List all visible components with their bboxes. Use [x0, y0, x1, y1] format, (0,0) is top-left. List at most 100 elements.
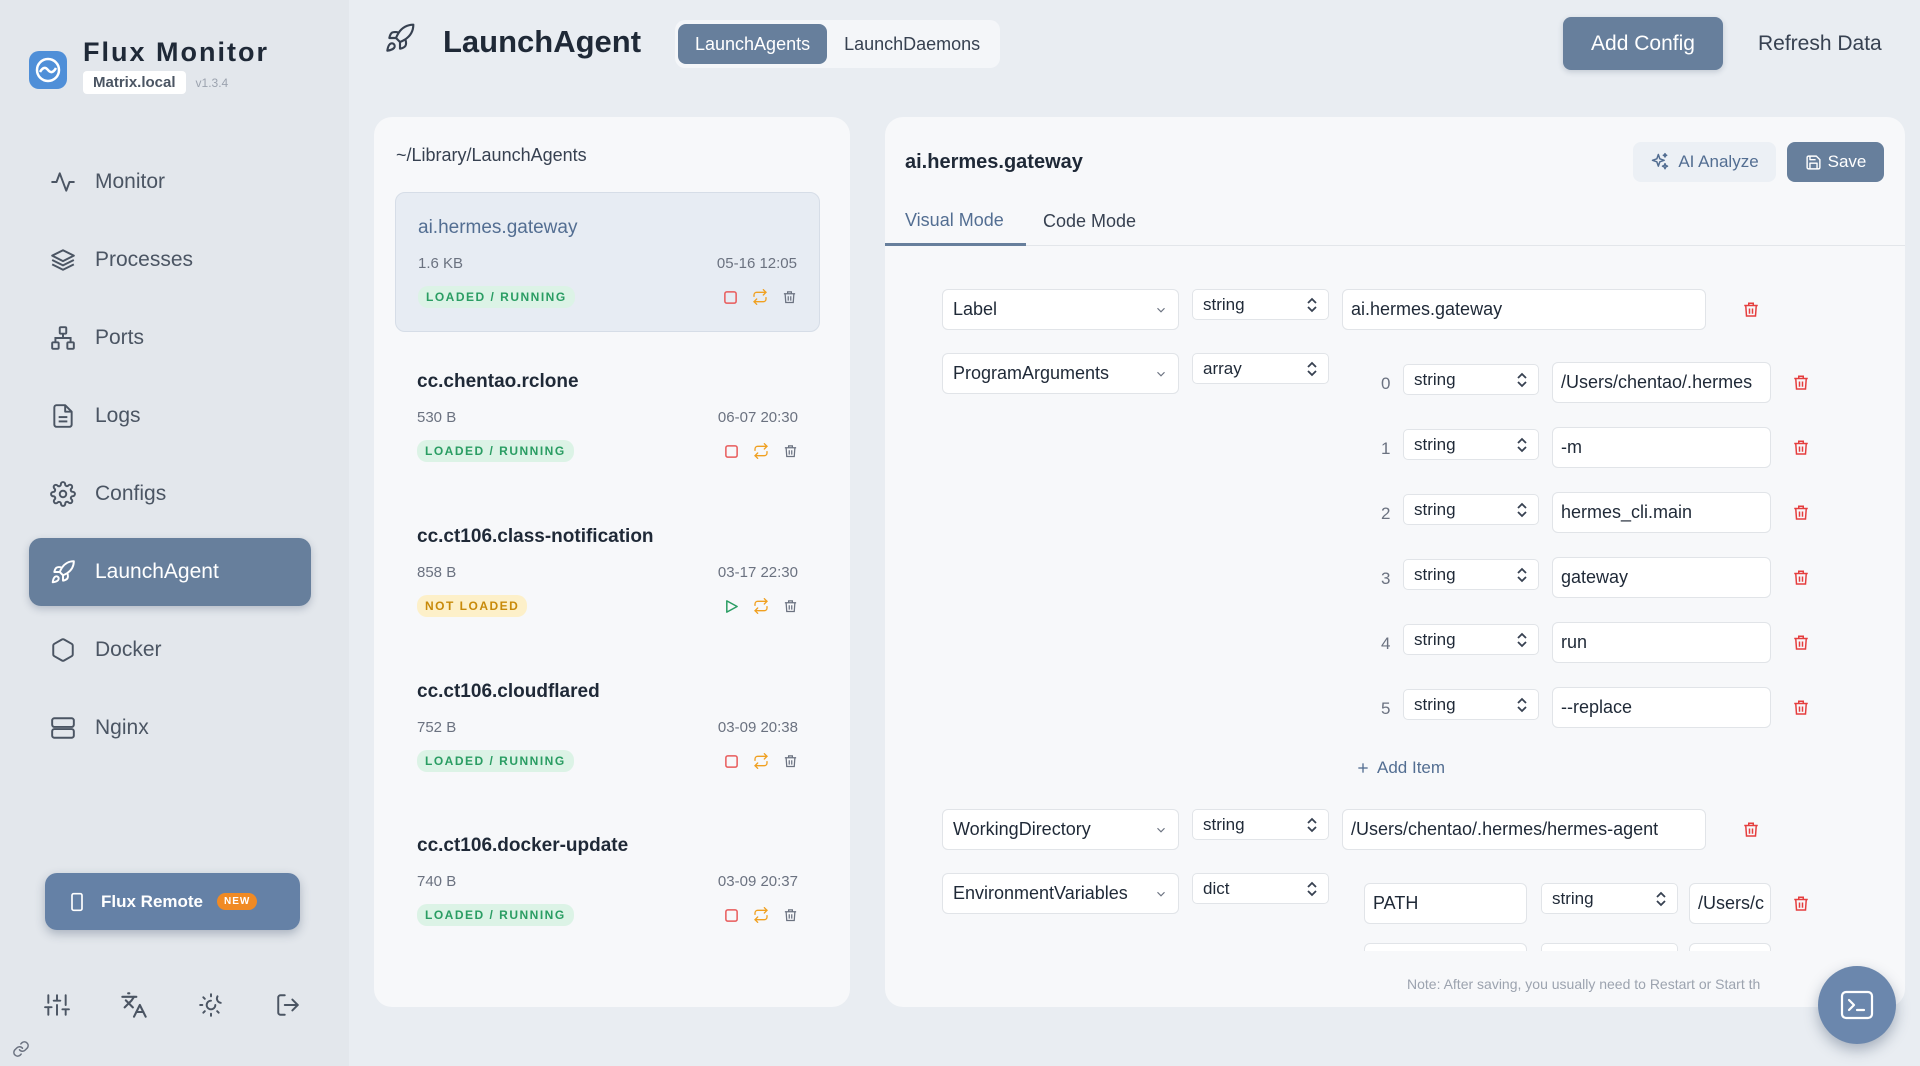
type-select[interactable]: array	[1192, 353, 1329, 384]
type-select[interactable]: string	[1403, 494, 1539, 525]
trash-icon[interactable]	[783, 754, 798, 769]
trash-icon[interactable]	[783, 444, 798, 459]
status-badge: LOADED / RUNNING	[417, 904, 574, 926]
file-card-cc-ct106-cloudflared[interactable]: cc.ct106.cloudflared 752 B 03-09 20:38 LO…	[395, 657, 820, 797]
ai-analyze-button[interactable]: AI Analyze	[1633, 142, 1776, 182]
gear-icon	[49, 480, 77, 508]
sidebar-item-ports[interactable]: Ports	[29, 304, 311, 372]
tab-visual-mode[interactable]: Visual Mode	[885, 197, 1026, 246]
trash-icon[interactable]	[1792, 568, 1810, 588]
sidebar-item-docker[interactable]: Docker	[29, 616, 311, 684]
type-select[interactable]: string	[1403, 559, 1539, 590]
sidebar-item-logs[interactable]: Logs	[29, 382, 311, 450]
array-item-input[interactable]: /Users/chentao/.hermes	[1552, 362, 1771, 403]
sidebar-item-configs[interactable]: Configs	[29, 460, 311, 528]
page-title: LaunchAgent	[443, 24, 642, 59]
flux-remote-button[interactable]: Flux Remote NEW	[45, 873, 300, 930]
refresh-data-button[interactable]: Refresh Data	[1758, 32, 1882, 56]
file-card-cc-chentao-rclone[interactable]: cc.chentao.rclone 530 B 06-07 20:30 LOADE…	[395, 347, 820, 487]
plus-icon	[1355, 760, 1377, 776]
type-select[interactable]: string	[1541, 883, 1678, 914]
key-select[interactable]: EnvironmentVariables	[942, 873, 1179, 914]
tab-launchagents[interactable]: LaunchAgents	[678, 24, 828, 64]
array-item-input[interactable]: run	[1552, 622, 1771, 663]
trash-icon[interactable]	[1792, 438, 1810, 458]
updown-icon	[1516, 567, 1528, 583]
language-icon[interactable]	[117, 988, 151, 1022]
logout-icon[interactable]	[271, 988, 305, 1022]
restart-icon[interactable]	[753, 443, 769, 459]
key-select-value: WorkingDirectory	[953, 819, 1091, 839]
type-select[interactable]: string	[1403, 624, 1539, 655]
link-icon[interactable]	[12, 1040, 30, 1058]
updown-icon	[1516, 697, 1528, 713]
dict-key-input[interactable]: PATH	[1364, 883, 1527, 924]
add-item-button[interactable]: Add Item	[1355, 758, 1445, 778]
type-select[interactable]: string	[1541, 943, 1678, 951]
value-input[interactable]: ai.hermes.gateway	[1342, 289, 1706, 330]
key-select[interactable]: ProgramArguments	[942, 353, 1179, 394]
trash-icon[interactable]	[1742, 820, 1760, 840]
sidebar-item-processes[interactable]: Processes	[29, 226, 311, 294]
sliders-icon[interactable]	[40, 988, 74, 1022]
stop-icon[interactable]	[724, 754, 739, 769]
type-select[interactable]: string	[1403, 364, 1539, 395]
stop-icon[interactable]	[724, 908, 739, 923]
trash-icon[interactable]	[782, 290, 797, 305]
trash-icon[interactable]	[783, 599, 798, 614]
updown-icon	[1306, 297, 1318, 313]
array-index: 2	[1381, 504, 1391, 523]
value-input[interactable]: /Users/chentao/.hermes/hermes-agent	[1342, 809, 1706, 850]
trash-icon[interactable]	[1792, 894, 1810, 914]
sidebar-item-monitor[interactable]: Monitor	[29, 148, 311, 216]
dict-value-input[interactable]: /Users/c	[1689, 883, 1771, 924]
add-config-button[interactable]: Add Config	[1563, 17, 1723, 70]
file-card-cc-ct106-docker-update[interactable]: cc.ct106.docker-update 740 B 03-09 20:37 …	[395, 811, 820, 951]
array-index: 1	[1381, 439, 1391, 458]
array-item-input[interactable]: hermes_cli.main	[1552, 492, 1771, 533]
trash-icon[interactable]	[1792, 503, 1810, 523]
status-badge: NOT LOADED	[417, 595, 528, 617]
chevron-down-icon	[1154, 823, 1168, 837]
agent-type-tabs: LaunchAgents LaunchDaemons	[675, 20, 1001, 68]
stop-icon[interactable]	[724, 444, 739, 459]
key-select[interactable]: WorkingDirectory	[942, 809, 1179, 850]
trash-icon[interactable]	[1792, 698, 1810, 718]
type-select[interactable]: string	[1403, 689, 1539, 720]
dict-key-input[interactable]	[1364, 943, 1527, 951]
trash-icon[interactable]	[1792, 633, 1810, 653]
file-size: 740 B	[417, 873, 457, 890]
array-item-input[interactable]: -m	[1552, 427, 1771, 468]
type-select[interactable]: string	[1403, 429, 1539, 460]
terminal-button[interactable]	[1818, 966, 1896, 1044]
type-select-value: string	[1552, 888, 1594, 908]
restart-icon[interactable]	[752, 289, 768, 305]
tab-launchdaemons[interactable]: LaunchDaemons	[827, 24, 997, 64]
type-select-value: string	[1552, 949, 1594, 952]
restart-icon[interactable]	[753, 753, 769, 769]
tab-code-mode[interactable]: Code Mode	[1043, 197, 1136, 246]
trash-icon[interactable]	[1742, 300, 1760, 320]
sidebar-item-nginx[interactable]: Nginx	[29, 694, 311, 762]
file-card-ai-hermes-gateway[interactable]: ai.hermes.gateway 1.6 KB 05-16 12:05 LOAD…	[395, 192, 820, 332]
sidebar-nav: Monitor Processes Ports Logs Configs Lau…	[29, 148, 311, 772]
theme-toggle-icon[interactable]	[194, 988, 228, 1022]
array-item-input[interactable]: gateway	[1552, 557, 1771, 598]
restart-icon[interactable]	[753, 598, 769, 614]
array-item-input[interactable]: --replace	[1552, 687, 1771, 728]
file-date: 03-17 22:30	[717, 564, 798, 581]
type-select[interactable]: dict	[1192, 873, 1329, 904]
save-button[interactable]: Save	[1787, 142, 1884, 182]
file-card-cc-ct106-class-notification[interactable]: cc.ct106.class-notification 858 B 03-17 2…	[395, 502, 820, 642]
stop-icon[interactable]	[723, 290, 738, 305]
restart-icon[interactable]	[753, 907, 769, 923]
trash-icon[interactable]	[783, 908, 798, 923]
trash-icon[interactable]	[1792, 373, 1810, 393]
dict-value-input[interactable]	[1689, 943, 1771, 951]
type-select[interactable]: string	[1192, 809, 1329, 840]
key-select[interactable]: Label	[942, 289, 1179, 330]
type-select[interactable]: string	[1192, 289, 1329, 320]
sidebar-item-launchagent[interactable]: LaunchAgent	[29, 538, 311, 606]
app-title: Flux Monitor	[83, 37, 269, 67]
play-icon[interactable]	[724, 599, 739, 614]
